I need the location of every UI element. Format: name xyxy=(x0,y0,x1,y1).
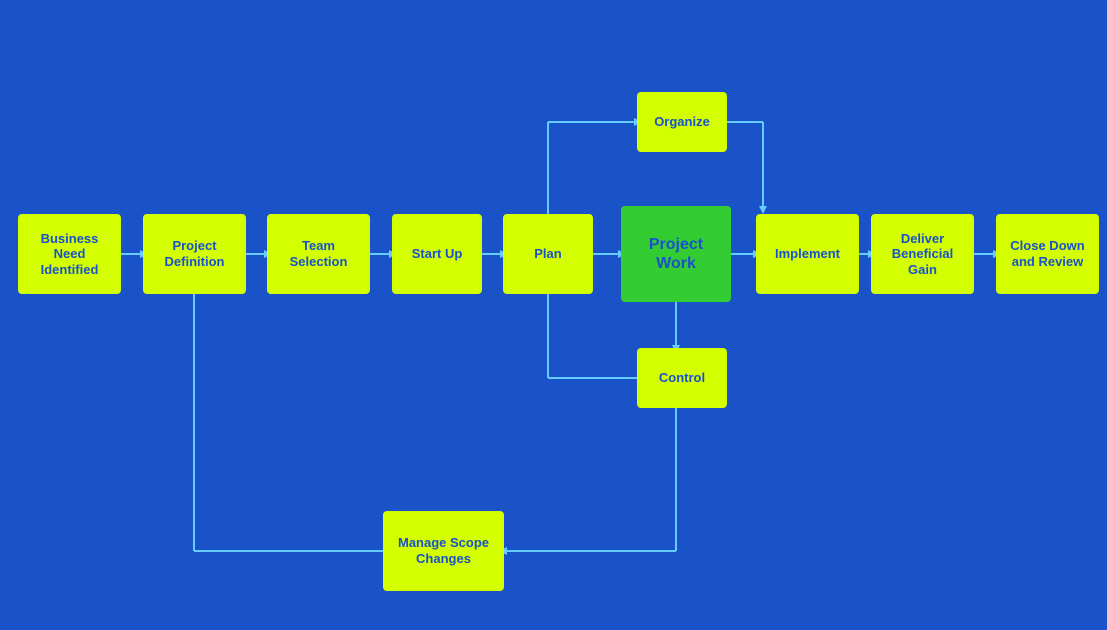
box-project-work: Project Work xyxy=(621,206,731,302)
box-close: Close Down and Review xyxy=(996,214,1099,294)
box-project-def: Project Definition xyxy=(143,214,246,294)
box-start-up: Start Up xyxy=(392,214,482,294)
flow-diagram: Business Need Identified Project Definit… xyxy=(0,0,1107,630)
arrows-layer xyxy=(0,0,1107,630)
box-organize: Organize xyxy=(637,92,727,152)
box-team-sel: Team Selection xyxy=(267,214,370,294)
box-manage-scope: Manage Scope Changes xyxy=(383,511,504,591)
box-deliver: Deliver Beneficial Gain xyxy=(871,214,974,294)
box-plan: Plan xyxy=(503,214,593,294)
box-control: Control xyxy=(637,348,727,408)
box-implement: Implement xyxy=(756,214,859,294)
box-business-need: Business Need Identified xyxy=(18,214,121,294)
